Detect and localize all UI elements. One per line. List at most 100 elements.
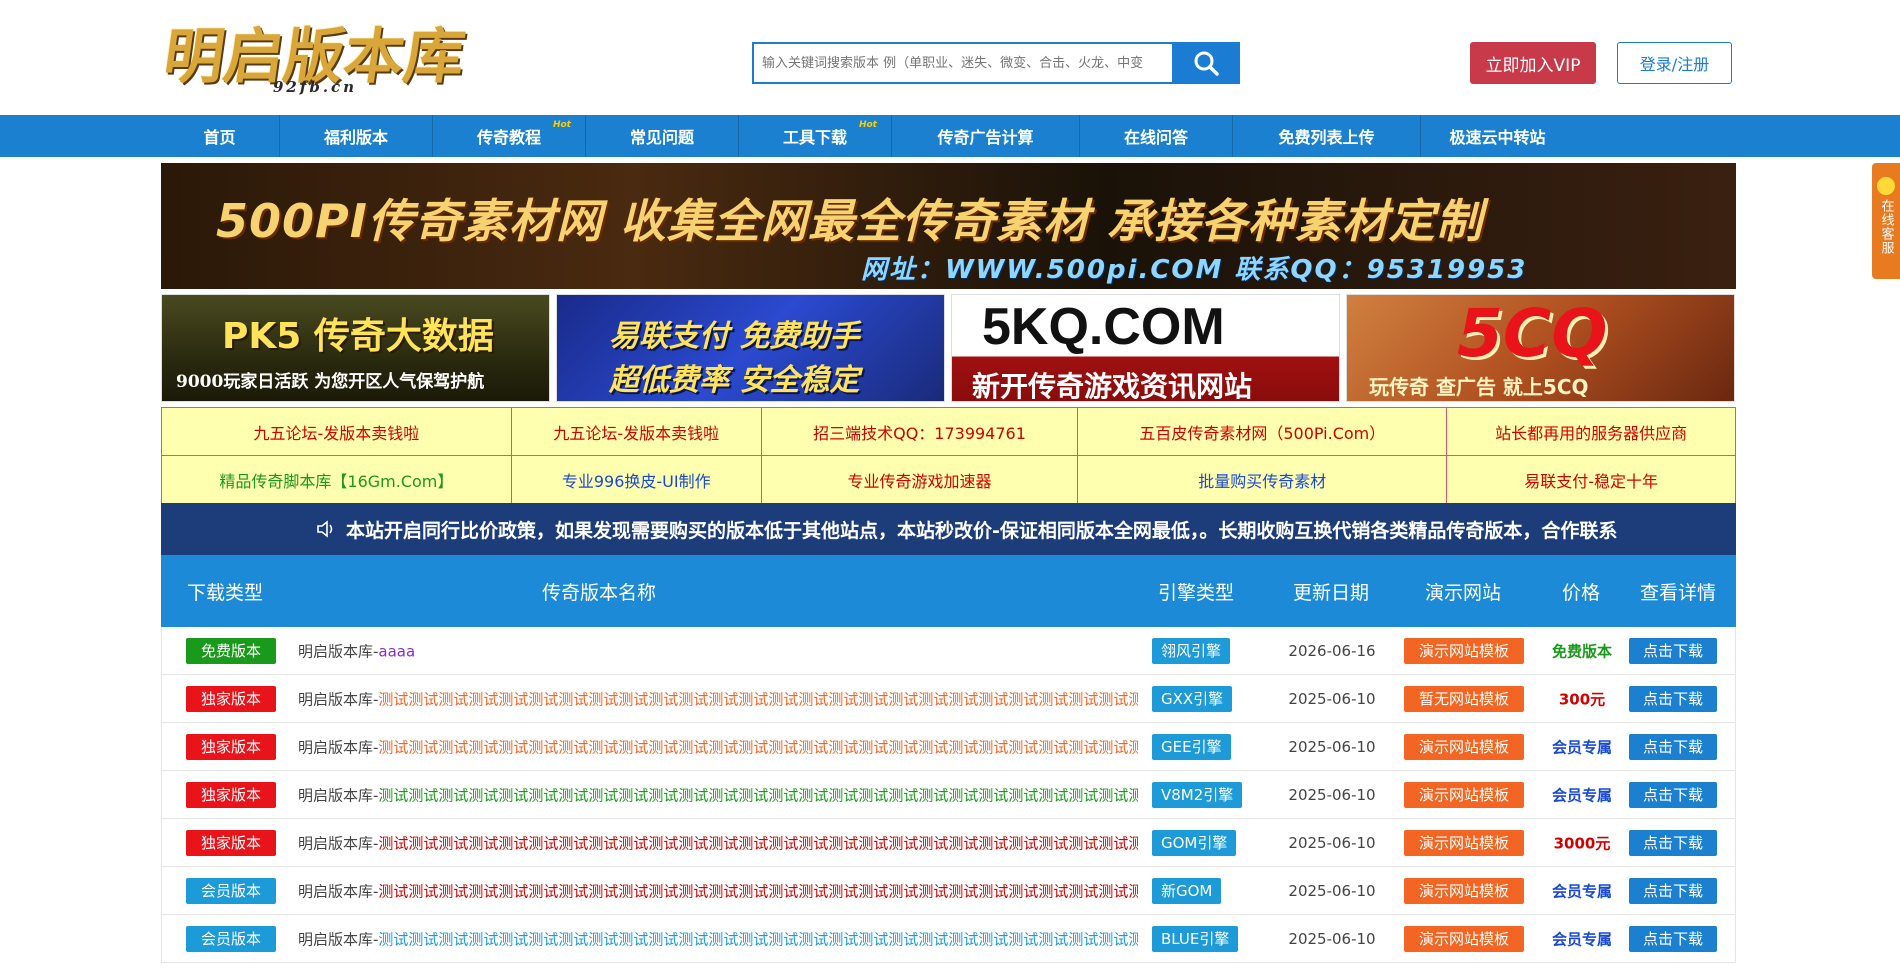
download-button[interactable]: 点击下载 (1629, 637, 1717, 664)
search-button[interactable] (1172, 42, 1240, 84)
link-text: 专业传奇游戏加速器 (847, 471, 992, 491)
nav-item-upload[interactable]: 免费列表上传 (1233, 115, 1421, 157)
download-button[interactable]: 点击下载 (1629, 733, 1717, 760)
link-text: 五百皮传奇素材网（500Pi.Com） (1139, 423, 1386, 443)
price: 3000元 (1553, 834, 1611, 852)
demo-site-button[interactable]: 暂无网站模板 (1404, 685, 1524, 712)
price: 300元 (1558, 690, 1606, 708)
nav-item-welfare[interactable]: 福利版本 (280, 115, 433, 157)
demo-site-button[interactable]: 演示网站模板 (1404, 781, 1524, 808)
banner-500pi[interactable]: 500PI传奇素材网 收集全网最全传奇素材 承接各种素材定制 网址：WWW.50… (161, 163, 1736, 289)
version-prefix: 明启版本库- (298, 690, 379, 708)
nav-label: 工具下载 (782, 128, 847, 147)
partner-link[interactable]: 专业传奇游戏加速器 (760, 455, 1079, 504)
banner-5kq[interactable]: 5KQ.COM 新开传奇游戏资讯网站 (951, 294, 1340, 402)
version-name-link[interactable]: 明启版本库-测试测试测试测试测试测试测试测试测试测试测试测试测试测试测试测试测试… (298, 880, 1138, 901)
version-name-link[interactable]: 明启版本库-aaaa (298, 640, 1138, 661)
nav-item-qa[interactable]: 在线问答 (1080, 115, 1233, 157)
partner-links: 九五论坛-发版本卖钱啦 九五论坛-发版本卖钱啦 招三端技术QQ：17399476… (161, 407, 1736, 504)
download-button[interactable]: 点击下载 (1629, 925, 1717, 952)
version-title: 测试测试测试测试测试测试测试测试测试测试测试测试测试测试测试测试测试测试测试测试… (378, 834, 1138, 852)
link-text: 批量购买传奇素材 (1198, 471, 1327, 491)
partner-link[interactable]: 专业996换皮-UI制作 (510, 455, 762, 504)
col-detail: 查看详情 (1639, 581, 1716, 604)
download-button[interactable]: 点击下载 (1629, 781, 1717, 808)
download-button[interactable]: 点击下载 (1629, 829, 1717, 856)
demo-site-button[interactable]: 演示网站模板 (1404, 877, 1524, 904)
version-title: aaaa (378, 642, 416, 660)
partner-link[interactable]: 批量购买传奇素材 (1077, 455, 1448, 504)
table-row: 会员版本 明启版本库-测试测试测试测试测试测试测试测试测试测试测试测试测试测试测试… (161, 867, 1736, 915)
partner-link[interactable]: 招三端技术QQ：173994761 (760, 407, 1079, 456)
version-type-badge: 独家版本 (186, 781, 276, 808)
banner-5kq-title: 5KQ.COM (982, 298, 1225, 356)
demo-site-button[interactable]: 演示网站模板 (1404, 829, 1524, 856)
partner-link[interactable]: 精品传奇脚本库【16Gm.Com】 (161, 455, 512, 504)
version-name-link[interactable]: 明启版本库-测试测试测试测试测试测试测试测试测试测试测试测试测试测试测试测试测试… (298, 688, 1138, 709)
banner-yilian[interactable]: 易联支付 免费助手 超低费率 安全稳定 (556, 294, 945, 402)
nav-label: 免费列表上传 (1278, 128, 1375, 147)
nav-item-tools[interactable]: 工具下载 Hot (739, 115, 892, 157)
nav-item-home[interactable]: 首页 (160, 115, 280, 157)
version-type-badge: 会员版本 (186, 925, 276, 952)
demo-site-button[interactable]: 演示网站模板 (1404, 637, 1524, 664)
nav-label: 常见问题 (629, 128, 694, 147)
engine-badge: GXX引擎 (1152, 685, 1233, 712)
price: 会员专属 (1551, 738, 1612, 756)
nav-item-cloud[interactable]: 极速云中转站 (1421, 115, 1574, 157)
demo-site-button[interactable]: 演示网站模板 (1404, 733, 1524, 760)
version-prefix: 明启版本库- (298, 786, 379, 804)
nav-item-tutorial[interactable]: 传奇教程 Hot (433, 115, 586, 157)
search-bar (752, 42, 1240, 84)
version-name-link[interactable]: 明启版本库-测试测试测试测试测试测试测试测试测试测试测试测试测试测试测试测试测试… (298, 832, 1138, 853)
banner-pk5[interactable]: PK5 传奇大数据 9000玩家日活跃 为您开区人气保驾护航 (161, 294, 550, 402)
table-row: 独家版本 明启版本库-测试测试测试测试测试测试测试测试测试测试测试测试测试测试测试… (161, 819, 1736, 867)
engine-badge: 新GOM (1152, 877, 1222, 904)
nav-item-ad-calc[interactable]: 传奇广告计算 (892, 115, 1080, 157)
version-name-link[interactable]: 明启版本库-测试测试测试测试测试测试测试测试测试测试测试测试测试测试测试测试测试… (298, 784, 1138, 805)
version-prefix: 明启版本库- (298, 930, 379, 948)
update-date: 2025-06-10 (1288, 929, 1376, 948)
version-name-link[interactable]: 明启版本库-测试测试测试测试测试测试测试测试测试测试测试测试测试测试测试测试测试… (298, 928, 1138, 949)
version-table-header: 下载类型 传奇版本名称 引擎类型 更新日期 演示网站 价格 查看详情 (161, 555, 1736, 627)
online-service-tab[interactable]: 在线客服 (1872, 163, 1900, 279)
version-name-link[interactable]: 明启版本库-测试测试测试测试测试测试测试测试测试测试测试测试测试测试测试测试测试… (298, 736, 1138, 757)
banner-5cq-sub: 玩传奇 查广告 就上5CQ (1369, 375, 1589, 399)
banner-5cq[interactable]: 5CQ 玩传奇 查广告 就上5CQ (1346, 294, 1735, 402)
page: 明启版本库 92fb.cn 立即加入VIP 登录/注册 首页 福利版本 传奇教程… (0, 0, 1900, 968)
banner-pk5-sub: 9000玩家日活跃 为您开区人气保驾护航 (176, 372, 485, 392)
price: 免费版本 (1551, 642, 1612, 660)
search-input[interactable] (752, 42, 1172, 84)
speaker-icon (317, 520, 333, 538)
version-type-badge: 独家版本 (186, 733, 276, 760)
partner-link[interactable]: 站长都再用的服务器供应商 (1446, 407, 1736, 456)
hot-badge: Hot (552, 120, 571, 130)
version-prefix: 明启版本库- (298, 882, 379, 900)
partner-link[interactable]: 五百皮传奇素材网（500Pi.Com） (1077, 407, 1448, 456)
site-logo[interactable]: 明启版本库 92fb.cn (159, 8, 480, 96)
version-prefix: 明启版本库- (298, 834, 379, 852)
partner-link[interactable]: 易联支付-稳定十年 (1446, 455, 1736, 504)
nav-label: 传奇广告计算 (937, 128, 1034, 147)
nav-item-faq[interactable]: 常见问题 (586, 115, 739, 157)
banner-headline: 500PI传奇素材网 收集全网最全传奇素材 承接各种素材定制 (216, 194, 1483, 248)
login-register-button[interactable]: 登录/注册 (1617, 42, 1732, 84)
engine-badge: GOM引擎 (1152, 829, 1237, 856)
download-button[interactable]: 点击下载 (1629, 685, 1717, 712)
demo-site-button[interactable]: 演示网站模板 (1404, 925, 1524, 952)
nav-label: 首页 (203, 128, 236, 147)
banner-pk5-title: PK5 传奇大数据 (222, 316, 494, 357)
banner-yilian-title: 易联支付 免费助手 (609, 319, 860, 354)
header: 明启版本库 92fb.cn 立即加入VIP 登录/注册 (0, 0, 1900, 115)
col-engine: 引擎类型 (1157, 581, 1234, 604)
join-vip-button[interactable]: 立即加入VIP (1470, 42, 1596, 84)
link-text: 易联支付-稳定十年 (1524, 471, 1658, 491)
version-type-badge: 会员版本 (186, 877, 276, 904)
price: 会员专属 (1551, 882, 1612, 900)
smiley-icon (1877, 177, 1895, 195)
download-button[interactable]: 点击下载 (1629, 877, 1717, 904)
partner-link[interactable]: 九五论坛-发版本卖钱啦 (510, 407, 762, 456)
partner-link[interactable]: 九五论坛-发版本卖钱啦 (161, 407, 512, 456)
link-text: 招三端技术QQ：173994761 (813, 423, 1026, 443)
table-row: 独家版本 明启版本库-测试测试测试测试测试测试测试测试测试测试测试测试测试测试测试… (161, 675, 1736, 723)
